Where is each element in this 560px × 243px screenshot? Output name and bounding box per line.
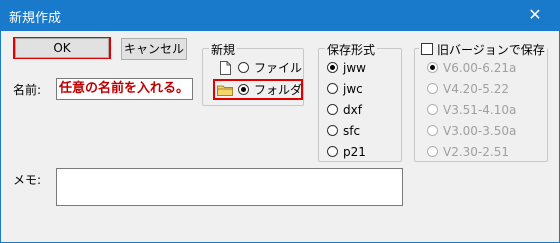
old-version-checkbox-label: 旧バージョンで保存 xyxy=(437,43,545,57)
old-version-checkbox[interactable] xyxy=(421,43,433,55)
old-version-group: 旧バージョンで保存 V6.00-6.21a V4.20-5.22 V3.51-4… xyxy=(414,41,548,162)
format-jww-option[interactable]: jww xyxy=(327,60,397,76)
format-p21-label: p21 xyxy=(343,145,366,159)
cancel-button[interactable]: キャンセル xyxy=(121,38,187,60)
new-type-file-label: ファイル xyxy=(254,61,303,75)
format-dxf-radio[interactable] xyxy=(327,104,338,115)
old-version-v2-label: V2.30-2.51 xyxy=(443,145,509,159)
file-icon xyxy=(220,61,231,75)
new-type-file-option[interactable]: ファイル xyxy=(220,60,303,76)
new-dialog-window: 新規作成 ✕ OK キャンセル 名前: 任意の名前を入れる。 メモ: 新規 ファ… xyxy=(0,0,560,243)
old-version-v3-radio[interactable] xyxy=(427,125,438,136)
close-button[interactable]: ✕ xyxy=(525,5,545,25)
format-jww-radio[interactable] xyxy=(327,62,338,73)
new-type-folder-label: フォルダ xyxy=(254,83,303,97)
folder-icon xyxy=(217,85,233,96)
old-version-v351-label: V3.51-4.10a xyxy=(443,103,517,117)
save-format-group: 保存形式 jww jwc dxf sfc p21 xyxy=(318,41,402,162)
memo-label: メモ: xyxy=(13,173,42,187)
new-type-file-radio[interactable] xyxy=(238,62,249,73)
new-type-folder-option[interactable]: フォルダ xyxy=(217,82,303,98)
old-version-v2-option[interactable]: V2.30-2.51 xyxy=(427,144,537,160)
save-format-group-title: 保存形式 xyxy=(325,41,378,58)
title-bar[interactable]: 新規作成 ✕ xyxy=(1,1,559,31)
old-version-v3-label: V3.00-3.50a xyxy=(443,124,517,138)
format-sfc-radio[interactable] xyxy=(327,125,338,136)
format-jwc-radio[interactable] xyxy=(327,83,338,94)
format-p21-radio[interactable] xyxy=(327,146,338,157)
window-title: 新規作成 xyxy=(9,11,62,26)
memo-input[interactable] xyxy=(56,168,403,206)
name-label: 名前: xyxy=(13,83,42,97)
name-input[interactable]: 任意の名前を入れる。 xyxy=(56,78,193,100)
new-type-group-title: 新規 xyxy=(209,41,238,58)
old-version-v2-radio[interactable] xyxy=(427,146,438,157)
old-version-group-title[interactable]: 旧バージョンで保存 xyxy=(419,41,547,58)
new-type-folder-radio[interactable] xyxy=(238,84,249,95)
format-sfc-option[interactable]: sfc xyxy=(327,123,397,139)
old-version-v3-option[interactable]: V3.00-3.50a xyxy=(427,123,537,139)
format-sfc-label: sfc xyxy=(343,124,361,138)
format-jww-label: jww xyxy=(343,61,366,75)
format-jwc-label: jwc xyxy=(343,82,363,96)
old-version-v4-label: V4.20-5.22 xyxy=(443,82,509,96)
old-version-v4-option[interactable]: V4.20-5.22 xyxy=(427,81,537,97)
ok-button[interactable]: OK xyxy=(15,38,109,58)
format-jwc-option[interactable]: jwc xyxy=(327,81,397,97)
old-version-v6-label: V6.00-6.21a xyxy=(443,61,517,75)
old-version-v4-radio[interactable] xyxy=(427,83,438,94)
format-dxf-option[interactable]: dxf xyxy=(327,102,397,118)
new-type-group: 新規 ファイル フォルダ xyxy=(202,41,304,106)
format-dxf-label: dxf xyxy=(343,103,362,117)
old-version-v6-radio[interactable] xyxy=(427,62,438,73)
old-version-v6-option[interactable]: V6.00-6.21a xyxy=(427,60,537,76)
format-p21-option[interactable]: p21 xyxy=(327,144,397,160)
old-version-v351-option[interactable]: V3.51-4.10a xyxy=(427,102,537,118)
old-version-v351-radio[interactable] xyxy=(427,104,438,115)
